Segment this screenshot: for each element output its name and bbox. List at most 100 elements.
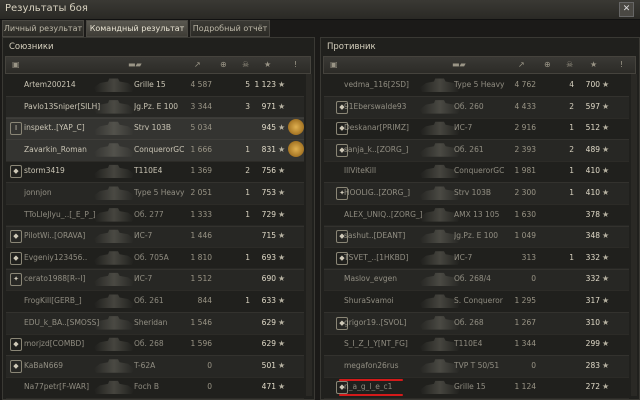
allies-player-row[interactable]: ◆ PilotWi..[ORAVA] ИС-7 1 446 715 ★ <box>6 225 304 249</box>
allies-player-row[interactable]: ◆ morjzd[COMBD] Об. 268 1 596 629 ★ <box>6 333 304 357</box>
allies-player-row[interactable]: ◆ storm3419 T110E4 1 369 2 756 ★ <box>6 160 304 184</box>
xp-star-icon: ★ <box>278 123 286 133</box>
xp-value: 348 <box>585 231 600 241</box>
damage-value: 844 <box>197 296 212 305</box>
damage-value: 0 <box>531 274 536 284</box>
enemies-title: Противник <box>327 42 376 52</box>
vehicle-column-icon[interactable]: ▬▰ <box>128 60 142 69</box>
enemies-player-row[interactable]: ALEX_UNIQ..[ZORG_] AMX 13 105 1 630 378 ★ <box>324 204 629 227</box>
xp-value: 971 <box>261 101 276 111</box>
allies-player-row[interactable]: TToLleJlyu_..[_E_P_] Об. 277 1 333 1 729 ★ <box>6 204 304 227</box>
damage-value: 1 333 <box>190 209 212 219</box>
enemies-player-row[interactable]: ◆ grigor19..[SVOL] Об. 268 1 267 310 ★ <box>324 312 629 335</box>
damage-value: 1 049 <box>514 231 536 241</box>
allies-scrollbar[interactable] <box>306 74 312 396</box>
enemies-player-row[interactable]: ◆ TSVET_..[1HKBD] ИС-7 313 1 332 ★ <box>324 247 629 270</box>
xp-value: 693 <box>261 252 276 262</box>
damage-value: 2 300 <box>514 188 536 197</box>
xp-value: 299 <box>585 339 600 349</box>
allies-player-row[interactable]: ✦ cerato1988[R--I] ИС-7 1 512 690 ★ <box>6 268 304 292</box>
xp-star-icon: ★ <box>602 188 610 197</box>
damage-value: 0 <box>531 360 536 370</box>
vehicle-column-icon[interactable]: ▬▰ <box>452 60 466 69</box>
assist-column-icon[interactable]: ⊕ <box>544 60 551 69</box>
xp-value: 471 <box>261 382 276 392</box>
damage-column-icon[interactable]: ↗ <box>518 60 525 69</box>
xp-value: 410 <box>585 188 600 197</box>
xp-value: 700 <box>585 80 600 89</box>
platoon-column-icon[interactable]: ▣ <box>330 60 338 69</box>
xp-star-icon: ★ <box>278 252 286 262</box>
damage-column-icon[interactable]: ↗ <box>194 60 201 69</box>
enemies-player-row[interactable]: ✦ HOOLIG..[ZORG_] Strv 103B 2 300 1 410 ★ <box>324 182 629 205</box>
tab-personal-result[interactable]: Личный результат <box>2 20 84 37</box>
allies-player-row[interactable]: Iinspekt..[YAP_C] Strv 103B 5 034 945 ★ <box>6 117 304 141</box>
platoon-badge: ◆ <box>10 338 22 352</box>
enemies-scrollbar[interactable] <box>631 74 637 396</box>
enemies-player-row[interactable]: vedma_116[2SD] Type 5 Heavy 4 762 4 700 ★ <box>324 74 629 97</box>
xp-value: 512 <box>585 123 600 133</box>
xp-star-icon: ★ <box>602 231 610 241</box>
frags-column-icon[interactable]: ☠ <box>566 60 573 69</box>
damage-value: 1 344 <box>514 339 536 349</box>
xp-star-icon: ★ <box>278 339 286 349</box>
window-title: Результаты боя <box>5 3 88 14</box>
allies-player-row[interactable]: FrogKill[GERB_] Об. 261 844 1 633 ★ <box>6 290 304 313</box>
xp-star-icon: ★ <box>602 101 610 111</box>
xp-column-icon[interactable]: ★ <box>264 60 271 69</box>
platoon-column-icon[interactable]: ▣ <box>12 60 20 69</box>
xp-star-icon: ★ <box>602 296 610 305</box>
xp-value: 332 <box>585 252 600 262</box>
xp-value: 332 <box>585 274 600 284</box>
close-icon[interactable]: ✕ <box>619 2 634 17</box>
enemies-player-row[interactable]: megafon26rus TVP T 50/51 0 283 ★ <box>324 355 629 378</box>
assist-column-icon[interactable]: ⊕ <box>220 60 227 69</box>
medal-column-icon[interactable]: ! <box>620 60 623 69</box>
damage-value: 2 916 <box>514 123 536 133</box>
xp-value: 597 <box>585 101 600 111</box>
xp-star-icon: ★ <box>278 231 286 241</box>
allies-player-row[interactable]: ◆ Evgeniy123456.. Об. 705A 1 810 1 693 ★ <box>6 247 304 270</box>
tab-detailed-report[interactable]: Подробный отчёт <box>190 20 270 37</box>
xp-value: 1 123 <box>254 80 276 89</box>
enemies-player-row[interactable]: Maslov_evgen Об. 268/4 0 332 ★ <box>324 268 629 292</box>
damage-value: 4 587 <box>190 80 212 89</box>
damage-value: 2 393 <box>514 144 536 154</box>
xp-value: 633 <box>261 296 276 305</box>
xp-star-icon: ★ <box>278 188 286 197</box>
allies-player-row[interactable]: Artem200214 Grille 15 4 587 5 1 123 ★ <box>6 74 304 97</box>
medal-icon[interactable] <box>288 119 304 136</box>
enemies-player-row[interactable]: ◆ sashut..[DEANT] Jg.Pz. E 100 1 049 348 ★ <box>324 225 629 249</box>
medal-icon[interactable] <box>288 140 304 157</box>
xp-star-icon: ★ <box>602 339 610 349</box>
enemies-player-row[interactable]: lllViteKill ConquerorGC 1 981 1 410 ★ <box>324 160 629 184</box>
platoon-badge: I <box>10 122 22 136</box>
damage-value: 313 <box>521 252 536 262</box>
allies-player-row[interactable]: ◆ KaBaN669 T-62A 0 501 ★ <box>6 355 304 378</box>
allies-player-row[interactable]: Zavarkin_Roman ConquerorGC 1 666 1 831 ★ <box>6 138 304 162</box>
damage-value: 1 512 <box>190 274 212 284</box>
xp-star-icon: ★ <box>278 382 286 392</box>
enemies-player-row[interactable]: S_I_Z_I_Y[NT_FG] T110E4 1 344 299 ★ <box>324 333 629 357</box>
damage-value: 1 546 <box>190 317 212 327</box>
enemies-player-row[interactable]: ◆ sanja_k..[ZORG_] Об. 261 2 393 2 489 ★ <box>324 139 629 162</box>
enemies-player-row[interactable]: ShuraSvamoi S. Conqueror 1 295 317 ★ <box>324 290 629 313</box>
xp-star-icon: ★ <box>278 166 286 176</box>
allies-player-row[interactable]: EDU_k_BA..[SMOSS] Sheridan 1 546 629 ★ <box>6 312 304 335</box>
enemies-player-row[interactable]: ◆ Deskanar[PRIMZ] ИС-7 2 916 1 512 ★ <box>324 117 629 141</box>
tab-team-result[interactable]: Командный результат <box>86 20 188 37</box>
platoon-badge: ◆ <box>10 359 22 373</box>
enemies-player-row[interactable]: ◆ 91Eberswalde93 Об. 260 4 433 2 597 ★ <box>324 96 629 119</box>
damage-value: 4 433 <box>514 101 536 111</box>
medal-column-icon[interactable]: ! <box>294 60 297 69</box>
xp-column-icon[interactable]: ★ <box>590 60 597 69</box>
xp-star-icon: ★ <box>602 209 610 219</box>
platoon-badge: ◆ <box>10 251 22 265</box>
enemies-panel: Противник ▣ ▬▰ ↗ ⊕ ☠ ★ ! vedma_116[2SD] T… <box>320 37 640 400</box>
xp-star-icon: ★ <box>602 317 610 327</box>
frags-column-icon[interactable]: ☠ <box>242 60 249 69</box>
allies-player-row[interactable]: Na77petr[F-WAR] Foch B 0 471 ★ <box>6 376 304 400</box>
allies-player-row[interactable]: Pavlo13Sniper[SILH] Jg.Pz. E 100 3 344 3 971… <box>6 96 304 119</box>
xp-star-icon: ★ <box>278 274 286 284</box>
allies-player-row[interactable]: jonnjon Type 5 Heavy 2 051 1 753 ★ <box>6 182 304 205</box>
